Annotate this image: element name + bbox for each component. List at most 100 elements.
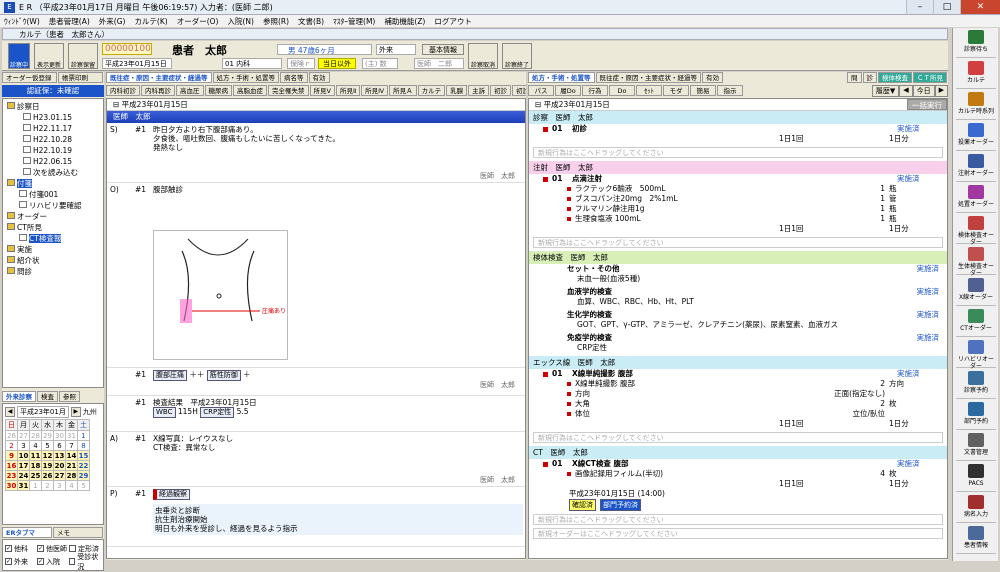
filter-checkbox[interactable]: ✓ 他科: [5, 542, 37, 555]
order-block-header[interactable]: 注射 医師 太郎: [529, 161, 947, 174]
basic-info-button[interactable]: 基本情報: [422, 44, 464, 55]
calendar-day[interactable]: 29: [41, 430, 54, 441]
followup-chip[interactable]: 経過観察: [153, 489, 190, 500]
calendar-day[interactable]: 4: [29, 440, 42, 451]
calendar-day[interactable]: 7: [65, 440, 78, 451]
main-field[interactable]: (主) 数: [362, 58, 398, 69]
tree-item[interactable]: 診察日: [7, 101, 103, 112]
calendar-day[interactable]: 20: [53, 460, 66, 471]
execute-all-button[interactable]: 一括実行: [907, 99, 947, 110]
calendar-day[interactable]: 29: [77, 470, 90, 481]
ward-field[interactable]: 01 内科: [222, 58, 282, 69]
calendar-day[interactable]: 30: [53, 430, 66, 441]
status-chip[interactable]: 確認済: [569, 499, 596, 511]
calendar-day[interactable]: 1: [29, 480, 42, 491]
sidebar-item[interactable]: 生体検査オーダー: [956, 245, 996, 277]
exam-cancel-button[interactable]: 診察取消: [468, 43, 498, 69]
soap-tab[interactable]: 既往症・原因・主要症状・経過等: [106, 72, 212, 83]
calendar-day[interactable]: 16: [5, 460, 18, 471]
tree-item[interactable]: 次を読み込む: [7, 167, 103, 178]
calendar-day[interactable]: 24: [17, 470, 30, 481]
left-tab-order[interactable]: オーダー仮登録: [2, 72, 57, 83]
patient-id-dropdown[interactable]: [152, 43, 164, 55]
calendar-day[interactable]: 5: [77, 480, 90, 491]
orders-subtab[interactable]: Do: [609, 85, 635, 96]
soap-subtab[interactable]: 初診: [512, 85, 526, 96]
tree-item[interactable]: 問診: [7, 266, 103, 277]
drop-order-target[interactable]: 新規オーダーはここへドラッグしてください: [533, 528, 943, 539]
tree-item[interactable]: 実施: [7, 244, 103, 255]
calendar-day[interactable]: 15: [77, 450, 90, 461]
menu-item[interactable]: ｳｨﾝﾄﾞｳ(W): [4, 16, 40, 27]
sidebar-item[interactable]: 注射オーダー: [956, 152, 996, 182]
guarding-chip[interactable]: 筋性防御: [206, 370, 241, 381]
calendar-day[interactable]: 28: [29, 430, 42, 441]
orders-subtab[interactable]: 指示: [717, 85, 743, 96]
sidebar-item[interactable]: 処置オーダー: [956, 183, 996, 213]
today-button[interactable]: 当日以外: [318, 58, 356, 69]
o2-text[interactable]: 腹部圧痛 ＋＋ 筋性防御 ＋ 医師 太郎: [151, 368, 525, 395]
test-group[interactable]: 血液学的検査 実施済: [529, 287, 947, 297]
tree-item[interactable]: 付箋001: [7, 189, 103, 200]
p-text[interactable]: 経過観察 虫垂炎と診断 抗生剤治療開始 明日も外来を受診し、経過を見るよう指示: [151, 487, 525, 546]
orders-subtab[interactable]: 行為: [582, 85, 608, 96]
calendar-day[interactable]: 1: [77, 430, 90, 441]
soap-subtab[interactable]: 所見Ⅴ: [309, 85, 335, 96]
menu-item[interactable]: オーダー(O): [177, 16, 219, 27]
maximize-button[interactable]: □: [933, 0, 960, 14]
tree-item[interactable]: 紹介状: [7, 255, 103, 266]
cal-month[interactable]: 平成23年01月: [17, 405, 69, 418]
cal-prev-button[interactable]: ◀: [5, 406, 15, 417]
order-item[interactable]: 01 初診 実施済: [529, 124, 947, 134]
crp-chip[interactable]: CRP定性: [200, 407, 235, 418]
calendar-day[interactable]: 28: [65, 470, 78, 481]
menu-item[interactable]: 外来(G): [99, 16, 126, 27]
soap-tab[interactable]: 処方・手術・処置等: [212, 72, 279, 83]
order-block-header[interactable]: エックス線 医師 太郎: [529, 356, 947, 369]
cal-next-button[interactable]: ▶: [70, 406, 81, 417]
calendar-day[interactable]: 30: [5, 480, 18, 491]
calendar-day[interactable]: 9: [5, 450, 18, 461]
sidebar-item[interactable]: 検体検査オーダー: [956, 214, 996, 246]
sidebar-item[interactable]: CTオーダー: [956, 307, 996, 337]
orders-tab[interactable]: 処方・手術・処置等: [528, 72, 595, 83]
order-item[interactable]: 01 X線単純撮影 腹部 実施済: [529, 369, 947, 379]
sidebar-item[interactable]: 診察予約: [956, 369, 996, 399]
sidebar-item[interactable]: 病名入力: [956, 493, 996, 523]
menu-item[interactable]: 文書(B): [298, 16, 324, 27]
tree-item[interactable]: H23.01.15: [7, 112, 103, 123]
orders-subtab[interactable]: ｾｯﾄ: [636, 85, 662, 96]
test-group-status[interactable]: 実施済: [917, 287, 940, 297]
a-text[interactable]: X線写真：レイウスなし CT検査：異常なし 医師 太郎: [151, 432, 525, 486]
calendar-day[interactable]: 27: [53, 470, 66, 481]
sidebar-item[interactable]: 部門予約: [956, 400, 996, 430]
hold-button[interactable]: 診察保留: [68, 43, 98, 69]
soap-subtab[interactable]: 糖尿病: [204, 85, 232, 96]
test-group-status[interactable]: 実施済: [917, 333, 940, 343]
calendar-day[interactable]: 31: [17, 480, 30, 491]
orders-tab[interactable]: 有効: [702, 72, 723, 83]
calendar-day[interactable]: 26: [41, 470, 54, 481]
drop-target[interactable]: 新規行為はここへドラッグしてください: [533, 432, 943, 443]
order-block-header[interactable]: CT 医師 太郎: [529, 446, 947, 459]
order-status[interactable]: 実施済: [897, 174, 947, 184]
o-text[interactable]: 腹部触診 圧痛あり: [151, 183, 525, 367]
filter-checkbox[interactable]: 受診状況: [69, 553, 101, 571]
order-status[interactable]: 実施済: [897, 124, 947, 134]
next-day-button[interactable]: ▶: [934, 85, 948, 97]
menu-item[interactable]: ﾏｽﾀｰ管理(M): [333, 16, 375, 27]
tree-item[interactable]: H22.06.15: [7, 156, 103, 167]
drop-target[interactable]: 新規行為はここへドラッグしてください: [533, 147, 943, 158]
orders-subtab[interactable]: パス: [528, 85, 554, 96]
calendar-day[interactable]: 14: [65, 450, 78, 461]
tree-item[interactable]: オーダー: [7, 211, 103, 222]
orders-right-tab-green[interactable]: ＣＴ所見: [913, 72, 947, 83]
filter-checkbox[interactable]: ✓ 外来: [5, 555, 37, 568]
test-group-status[interactable]: 実施済: [917, 310, 940, 320]
calendar-day[interactable]: 10: [17, 450, 30, 461]
orders-subtab[interactable]: 履Do: [555, 85, 581, 96]
tree-item[interactable]: H22.10.28: [7, 134, 103, 145]
drop-target[interactable]: 新規行為はここへドラッグしてください: [533, 237, 943, 248]
orders-right-tab-green[interactable]: 検体検査: [878, 72, 912, 83]
calendar-day[interactable]: 19: [41, 460, 54, 471]
